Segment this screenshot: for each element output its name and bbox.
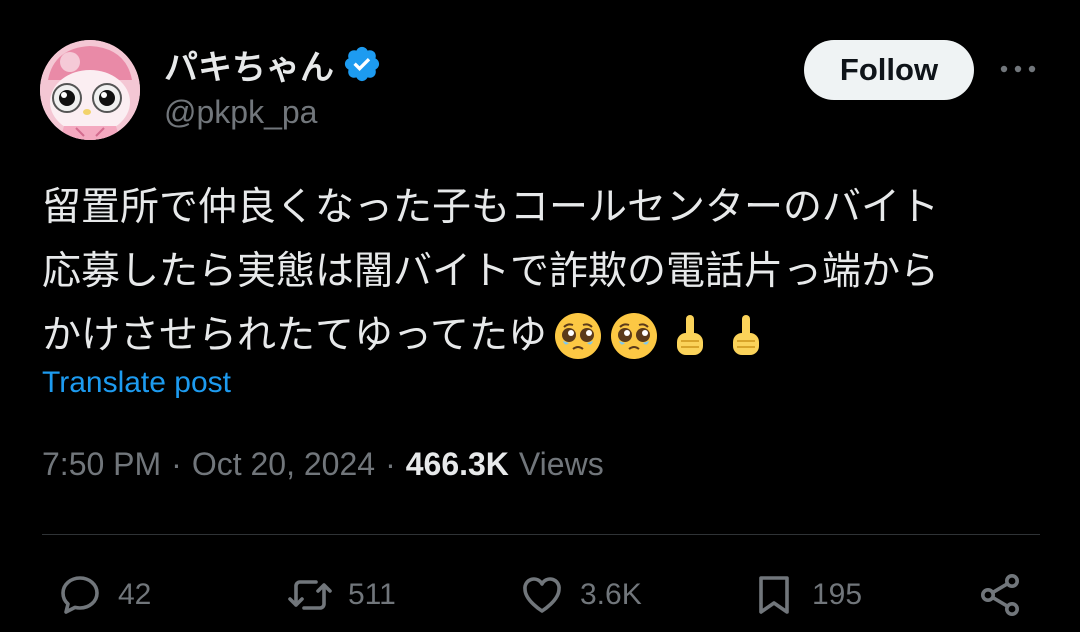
tweet-line-with-emoji: かけさせられたてゆってたゆ — [42, 304, 1042, 368]
reply-button[interactable]: 42 — [56, 570, 151, 620]
pleading-face-icon — [609, 311, 659, 361]
divider — [42, 534, 1040, 535]
meta-separator: · — [385, 446, 396, 482]
reply-count: 42 — [118, 578, 152, 611]
more-options-icon — [1000, 65, 1036, 73]
post-date[interactable]: Oct 20, 2024 — [192, 446, 375, 483]
more-options-button[interactable] — [996, 52, 1040, 86]
repost-button[interactable]: 511 — [286, 570, 396, 620]
share-button[interactable] — [976, 570, 1024, 620]
avatar[interactable] — [40, 40, 140, 140]
views-count: 466.3K — [405, 446, 509, 482]
follow-button[interactable]: Follow — [804, 40, 974, 100]
user-handle[interactable]: @pkpk_pa — [164, 94, 317, 131]
repost-count: 511 — [348, 578, 396, 611]
tweet-line: 応募したら実態は闇バイトで詐欺の電話片っ端から — [42, 249, 940, 294]
my-melody-avatar-image — [40, 40, 140, 140]
pleading-face-icon — [553, 311, 603, 361]
translate-post-link[interactable]: Translate post — [42, 366, 231, 400]
reply-icon — [61, 576, 99, 614]
like-button[interactable]: 3.6K — [518, 570, 642, 620]
meta-separator: · — [171, 446, 182, 482]
tweet-text: 留置所で仲良くなった子もコールセンターのバイト 応募したら実態は闇バイトで詐欺の… — [42, 176, 1042, 368]
post-time[interactable]: 7:50 PM — [42, 446, 161, 483]
tweet-line: 留置所で仲良くなった子もコールセンターのバイト — [42, 185, 940, 230]
pointing-up-icon — [665, 311, 715, 361]
tweet-meta: 7:50 PM · Oct 20, 2024 · 466.3K Views — [42, 446, 604, 483]
verified-badge-icon[interactable] — [342, 44, 382, 84]
bookmark-icon — [759, 576, 789, 614]
views-label: Views — [518, 446, 604, 482]
bookmark-count: 195 — [812, 578, 863, 611]
like-count: 3.6K — [580, 578, 642, 611]
pointing-up-icon — [721, 311, 771, 361]
repost-icon — [288, 580, 332, 610]
share-icon — [981, 574, 1019, 616]
display-name[interactable]: パキちゃん — [164, 40, 334, 89]
tweet-line-text: かけさせられたてゆってたゆ — [42, 313, 548, 358]
display-name-row: パキちゃん — [164, 40, 382, 88]
heart-icon — [523, 577, 561, 613]
bookmark-button[interactable]: 195 — [750, 570, 862, 620]
